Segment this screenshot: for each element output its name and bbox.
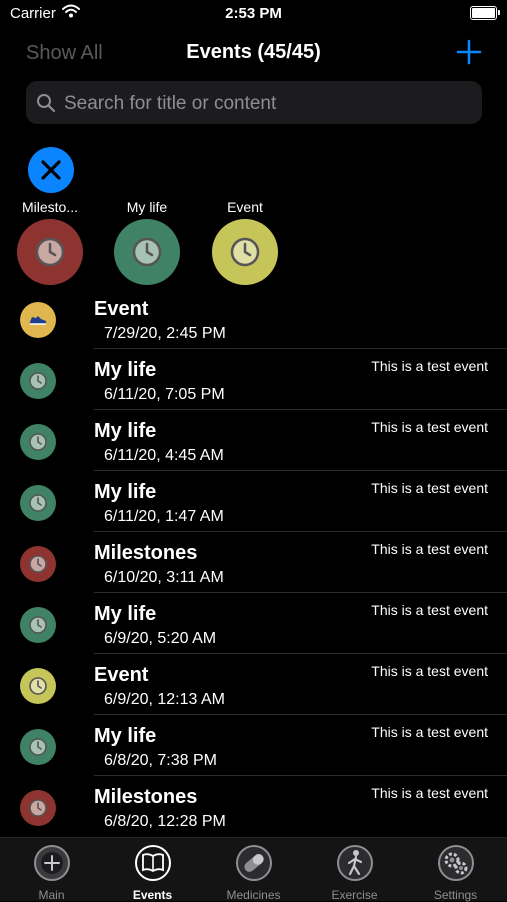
page-title: Events (45/45) <box>186 41 321 63</box>
event-category-icon <box>20 607 56 643</box>
event-list: Event 7/29/20, 2:45 PM My life 6/11/20, … <box>0 288 507 837</box>
clock-icon <box>29 616 47 634</box>
event-title: My life <box>94 420 157 442</box>
tab-exercise[interactable]: Exercise <box>304 844 405 902</box>
category-label: My life <box>126 199 168 215</box>
list-item[interactable]: My life 6/11/20, 7:05 PM This is a test … <box>0 349 507 410</box>
event-date: 7/29/20, 2:45 PM <box>104 325 226 342</box>
event-date: 6/9/20, 12:13 AM <box>104 691 225 708</box>
event-title: Event <box>94 664 149 686</box>
list-item[interactable]: Event 7/29/20, 2:45 PM <box>0 288 507 349</box>
category-filter-my-life[interactable]: My life <box>107 199 187 285</box>
event-date: 6/8/20, 12:28 PM <box>104 813 226 830</box>
list-item[interactable]: My life 6/9/20, 5:20 AM This is a test e… <box>0 593 507 654</box>
event-category-icon <box>20 302 56 338</box>
event-category-icon <box>20 668 56 704</box>
close-icon <box>41 160 61 180</box>
event-title: Event <box>94 298 149 320</box>
list-item[interactable]: Milestones 6/8/20, 12:28 PM This is a te… <box>0 776 507 837</box>
book-icon <box>134 845 171 881</box>
event-title: Milestones <box>94 542 198 564</box>
clock-icon <box>29 433 47 451</box>
clock-icon <box>29 738 47 756</box>
battery-icon <box>470 6 500 20</box>
event-date: 6/11/20, 4:45 AM <box>104 447 224 464</box>
clock-icon <box>132 237 162 267</box>
add-event-button[interactable] <box>455 38 483 66</box>
clock-icon <box>29 494 47 512</box>
category-circle <box>114 219 180 285</box>
shoe-icon <box>30 316 46 325</box>
event-title: My life <box>94 481 157 503</box>
event-date: 6/11/20, 7:05 PM <box>104 386 225 403</box>
list-item[interactable]: Milestones 6/10/20, 3:11 AM This is a te… <box>0 532 507 593</box>
gears-icon <box>437 845 474 881</box>
tab-settings[interactable]: Settings <box>405 844 506 902</box>
event-note: This is a test event <box>371 419 488 435</box>
event-note: This is a test event <box>371 480 488 496</box>
category-circle <box>17 219 83 285</box>
search-icon <box>37 94 56 113</box>
event-date: 6/10/20, 3:11 AM <box>104 569 224 586</box>
category-filter-event[interactable]: Event <box>205 199 285 285</box>
category-filter-milestones[interactable]: Milesto... <box>10 199 90 285</box>
list-item[interactable]: Event 6/9/20, 12:13 AM This is a test ev… <box>0 654 507 715</box>
nav-bar: Show All Events (45/45) <box>0 34 507 74</box>
event-note: This is a test event <box>371 358 488 374</box>
clock-icon <box>35 237 65 267</box>
event-category-icon <box>20 729 56 765</box>
clock-icon <box>29 555 47 573</box>
clock-icon <box>29 372 47 390</box>
runner-icon <box>336 845 373 881</box>
pill-icon <box>235 845 272 881</box>
list-item[interactable]: My life 6/11/20, 1:47 AM This is a test … <box>0 471 507 532</box>
event-date: 6/9/20, 5:20 AM <box>104 630 217 647</box>
event-title: My life <box>94 603 157 625</box>
clock-icon <box>29 677 47 695</box>
event-category-icon <box>20 485 56 521</box>
event-date: 6/11/20, 1:47 AM <box>104 508 224 525</box>
tab-bar: Main Events Medicines Exercise Settings <box>0 837 507 902</box>
category-label: Milesto... <box>21 199 78 215</box>
event-title: Milestones <box>94 786 198 808</box>
event-date: 6/8/20, 7:38 PM <box>104 752 217 769</box>
event-category-icon <box>20 363 56 399</box>
clear-filter-button[interactable] <box>28 147 74 193</box>
tab-medicines[interactable]: Medicines <box>203 844 304 902</box>
clock-icon <box>29 799 47 817</box>
event-category-icon <box>20 424 56 460</box>
event-category-icon <box>20 546 56 582</box>
event-note: This is a test event <box>371 541 488 557</box>
event-title: My life <box>94 359 157 381</box>
event-note: This is a test event <box>371 602 488 618</box>
event-note: This is a test event <box>371 785 488 801</box>
list-item[interactable]: My life 6/11/20, 4:45 AM This is a test … <box>0 410 507 471</box>
search-input[interactable] <box>62 81 476 126</box>
search-bar <box>26 81 482 126</box>
list-item[interactable]: My life 6/8/20, 7:38 PM This is a test e… <box>0 715 507 776</box>
event-note: This is a test event <box>371 724 488 740</box>
tab-main[interactable]: Main <box>1 844 102 902</box>
event-note: This is a test event <box>371 663 488 679</box>
status-bar: Carrier 2:53 PM <box>0 0 507 30</box>
clock-icon <box>230 237 260 267</box>
status-time: 2:53 PM <box>225 5 282 22</box>
event-title: My life <box>94 725 157 747</box>
plus-circle-icon <box>33 845 70 881</box>
category-label: Event <box>227 199 263 215</box>
event-category-icon <box>20 790 56 826</box>
tab-events[interactable]: Events <box>102 844 203 902</box>
category-circle <box>212 219 278 285</box>
